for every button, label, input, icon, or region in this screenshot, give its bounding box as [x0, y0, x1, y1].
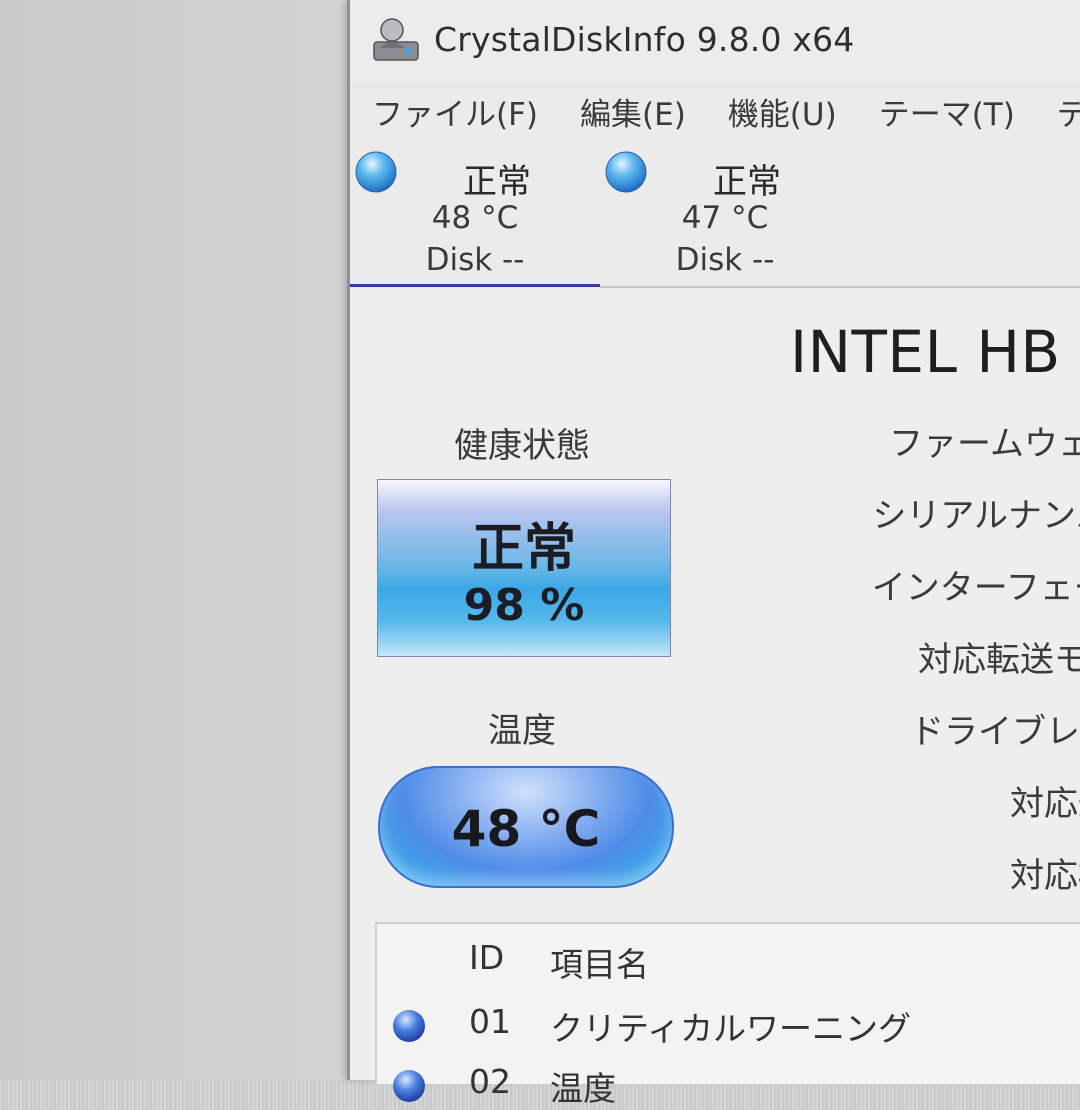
menu-function[interactable]: 機能(U): [707, 88, 858, 142]
info-label-serial: シリアルナンバー: [872, 496, 1080, 536]
health-status-label: 健康状態: [454, 426, 590, 466]
temperature-value: 48 °C: [451, 800, 601, 858]
menu-theme[interactable]: テーマ(T): [858, 88, 1036, 142]
health-status-box[interactable]: 正常 98 %: [377, 479, 671, 657]
row-id: 01: [469, 1002, 511, 1041]
menu-bar: ファイル(F) 編集(E) 機能(U) テーマ(T) ディ: [350, 88, 1080, 142]
column-header-name[interactable]: 項目名: [550, 938, 649, 986]
info-label-features: 対応機能: [1010, 856, 1080, 896]
info-label-drive-letter: ドライブレター: [910, 712, 1080, 752]
health-status-value: 正常: [471, 519, 576, 579]
main-panel: INTEL HB 健康状態 正常 98 % 温度 48 °C ファームウェア シ…: [350, 288, 1080, 1108]
row-id: 02: [469, 1062, 511, 1101]
info-label-firmware: ファームウェア: [889, 424, 1080, 464]
disk-status: 正常: [463, 162, 531, 202]
table-header: ID 項目名: [377, 924, 1080, 988]
status-orb-icon: [393, 1010, 425, 1042]
app-icon: [373, 18, 419, 61]
status-orb-icon: [393, 1070, 425, 1102]
disk-temperature: 48 °C: [431, 200, 519, 236]
menu-edit[interactable]: 編集(E): [559, 88, 707, 142]
row-name: クリティカルワーニング: [550, 1009, 912, 1048]
info-label-standard: 対応規格: [1010, 784, 1080, 824]
disk-label: Disk --: [675, 242, 775, 278]
temperature-box[interactable]: 48 °C: [378, 766, 674, 888]
menu-file[interactable]: ファイル(F): [350, 88, 559, 142]
column-header-id[interactable]: ID: [469, 938, 504, 977]
disk-status: 正常: [713, 162, 781, 202]
table-row[interactable]: 02 温度: [377, 1050, 1080, 1110]
drive-info-labels: ファームウェア シリアルナンバー インターフェース 対応転送モード ドライブレタ…: [790, 288, 1080, 928]
disk-selector-strip: 正常 48 °C Disk -- 正常 47 °C Disk --: [350, 142, 1080, 288]
health-percent-value: 98 %: [463, 580, 585, 631]
crystaldiskinfo-window: CrystalDiskInfo 9.8.0 x64 ファイル(F) 編集(E) …: [347, 0, 1080, 1108]
row-name: 温度: [550, 1069, 616, 1108]
disk-tab-2[interactable]: 正常 47 °C Disk --: [600, 142, 850, 287]
info-label-interface: インターフェース: [871, 568, 1080, 608]
table-row[interactable]: 01 クリティカルワーニング: [377, 990, 1080, 1050]
smart-attributes-table[interactable]: ID 項目名 01 クリティカルワーニング 02 温度: [375, 922, 1080, 1108]
info-label-transfer-mode: 対応転送モード: [918, 640, 1080, 680]
disk-tab-1[interactable]: 正常 48 °C Disk --: [350, 142, 600, 287]
temperature-label: 温度: [488, 711, 556, 751]
window-title: CrystalDiskInfo 9.8.0 x64: [434, 20, 855, 59]
title-bar[interactable]: CrystalDiskInfo 9.8.0 x64: [350, 0, 1080, 82]
disk-label: Disk --: [425, 242, 525, 278]
desktop-background: [0, 0, 350, 1080]
disk-temperature: 47 °C: [681, 200, 769, 236]
menu-disk[interactable]: ディ: [1036, 88, 1080, 142]
